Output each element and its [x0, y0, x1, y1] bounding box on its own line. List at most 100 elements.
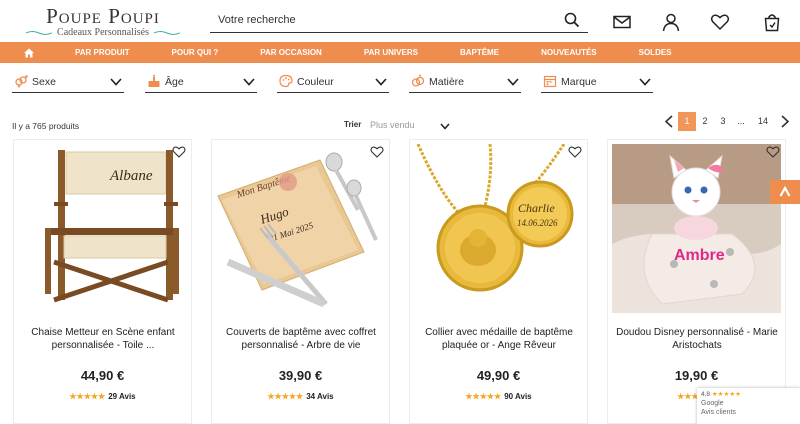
product-rating[interactable]: ★★★★★ 34 Avis [212, 392, 389, 401]
rating-stars-icon: ★★★★★ [69, 392, 106, 401]
chevron-right-icon[interactable] [780, 115, 790, 128]
google-rating-row: 4,8 ★★★★★ [701, 391, 800, 399]
filter-couleur-label: Couleur [297, 76, 334, 88]
medal-engraving-date: 14.06.2026 [517, 218, 558, 228]
filter-sexe-label: Sexe [32, 76, 56, 88]
product-rating[interactable]: ★★★★★ 29 Avis [14, 392, 191, 401]
search-bar [210, 8, 588, 33]
brand-logo[interactable]: Poupe Poupi Cadeaux Personnalisés [22, 5, 184, 39]
site-header: Poupe Poupi Cadeaux Personnalisés [0, 0, 800, 42]
chair-personalization-text: Albane [109, 168, 153, 184]
heart-icon[interactable] [766, 145, 780, 158]
palette-icon [279, 74, 293, 88]
filter-sexe[interactable]: Sexe [12, 72, 124, 93]
nav-pour-qui[interactable]: POUR QUI ? [172, 48, 219, 57]
nav-bapteme[interactable]: BAPTÊME [460, 48, 499, 57]
product-card[interactable]: Ambre Doudou Disney personnalisé - Marie… [607, 139, 786, 424]
page-14[interactable]: 14 [753, 112, 773, 131]
chevron-down-icon [507, 78, 519, 86]
nav-nouveautes[interactable]: NOUVEAUTÉS [541, 48, 597, 57]
google-badge-label: Avis clients [701, 409, 736, 416]
filter-matiere[interactable]: Matière [409, 72, 521, 93]
medal-engraving-name: Charlie [518, 201, 555, 215]
product-image-disney-doudou[interactable]: Ambre [612, 144, 781, 313]
gender-icon [15, 75, 28, 88]
product-card[interactable]: Charlie 14.06.2026 Collier avec médaille… [409, 139, 588, 424]
sort-label: Trier [344, 120, 362, 129]
product-name[interactable]: Chaise Metteur en Scène enfant personnal… [20, 326, 186, 352]
product-image-director-chair[interactable]: Albane [18, 144, 187, 313]
product-price: 39,90 € [278, 368, 323, 383]
user-icon[interactable] [661, 12, 681, 32]
filter-couleur[interactable]: Couleur [277, 72, 389, 93]
review-count: 34 Avis [306, 392, 334, 401]
product-name[interactable]: Collier avec médaille de baptême plaquée… [416, 326, 582, 352]
chevron-down-icon [110, 78, 122, 86]
brand-tagline-text: Cadeaux Personnalisés [57, 27, 149, 38]
search-icon[interactable] [564, 12, 580, 28]
cake-icon [148, 74, 160, 87]
rating-stars-icon: ★★★★★ [465, 392, 502, 401]
product-price: 49,90 € [476, 368, 521, 383]
product-price: 19,90 € [674, 368, 719, 383]
chevron-down-icon [243, 78, 255, 86]
heart-icon[interactable] [172, 145, 186, 158]
nav-home[interactable] [0, 48, 58, 58]
nav-par-univers[interactable]: PAR UNIVERS [364, 48, 418, 57]
review-count: 29 Avis [108, 392, 136, 401]
rating-stars-icon: ★★★★★ [267, 392, 304, 401]
chevron-down-icon[interactable] [440, 123, 450, 130]
page-ellipsis: ... [737, 116, 745, 126]
filter-marque-label: Marque [561, 76, 597, 88]
heart-icon[interactable] [568, 145, 582, 158]
product-name[interactable]: Couverts de baptême avec coffret personn… [218, 326, 384, 352]
flourish-left-icon [26, 31, 52, 35]
chevron-down-icon [639, 78, 651, 86]
google-reviews-badge[interactable]: 4,8 ★★★★★ Google Avis clients [697, 388, 800, 424]
product-price: 44,90 € [80, 368, 125, 383]
brand-tagline: Cadeaux Personnalisés [22, 27, 184, 39]
review-count: 90 Avis [504, 392, 532, 401]
filter-age[interactable]: Âge [145, 72, 257, 93]
product-image-cutlery-box[interactable]: Mon Baptême Hugo 31 Mai 2025 [216, 144, 385, 313]
product-name[interactable]: Doudou Disney personnalisé - Marie Arist… [614, 326, 780, 352]
scroll-to-top-button[interactable] [770, 180, 800, 204]
filter-age-label: Âge [165, 76, 184, 88]
heart-icon[interactable] [370, 145, 384, 158]
product-count: Il y a 765 produits [12, 121, 80, 131]
google-score: 4,8 [701, 391, 711, 398]
filter-bar: Sexe Âge Couleur Matière Marque [0, 72, 800, 94]
product-image: Ambre [612, 144, 781, 313]
product-image: Mon Baptême Hugo 31 Mai 2025 [216, 144, 385, 313]
product-image: Albane [18, 144, 187, 313]
nav-par-occasion[interactable]: PAR OCCASION [260, 48, 322, 57]
product-image: Charlie 14.06.2026 [414, 144, 583, 313]
google-brand: Google [701, 400, 724, 407]
google-stars-icon: ★★★★★ [711, 391, 741, 398]
page-3[interactable]: 3 [715, 112, 731, 131]
calendar-icon [543, 75, 557, 88]
sort-select[interactable]: Plus vendu [370, 120, 415, 130]
rings-icon [411, 74, 425, 87]
filter-marque[interactable]: Marque [541, 72, 653, 93]
product-card[interactable]: Mon Baptême Hugo 31 Mai 2025 Couverts de… [211, 139, 390, 424]
product-image-gold-medal[interactable]: Charlie 14.06.2026 [414, 144, 583, 313]
wishlist-heart-icon[interactable] [710, 12, 730, 32]
chevron-left-icon[interactable] [664, 115, 674, 128]
search-input[interactable] [218, 11, 548, 29]
product-card[interactable]: Albane Chaise Metteur en Scène enfant pe… [13, 139, 192, 424]
product-rating[interactable]: ★★★★★ 90 Avis [410, 392, 587, 401]
chevron-down-icon [375, 78, 387, 86]
page-1[interactable]: 1 [678, 112, 696, 131]
page-2[interactable]: 2 [697, 112, 713, 131]
chevron-up-icon [779, 185, 791, 197]
nav-par-produit[interactable]: PAR PRODUIT [75, 48, 130, 57]
flourish-right-icon [154, 31, 180, 35]
cart-icon[interactable] [762, 12, 782, 32]
doudou-embroidered-name: Ambre [674, 247, 725, 264]
envelope-icon[interactable] [612, 12, 632, 32]
home-icon [24, 48, 34, 57]
nav-soldes[interactable]: SOLDES [639, 48, 672, 57]
main-nav: PAR PRODUIT POUR QUI ? PAR OCCASION PAR … [0, 42, 800, 63]
filter-matiere-label: Matière [429, 76, 465, 88]
